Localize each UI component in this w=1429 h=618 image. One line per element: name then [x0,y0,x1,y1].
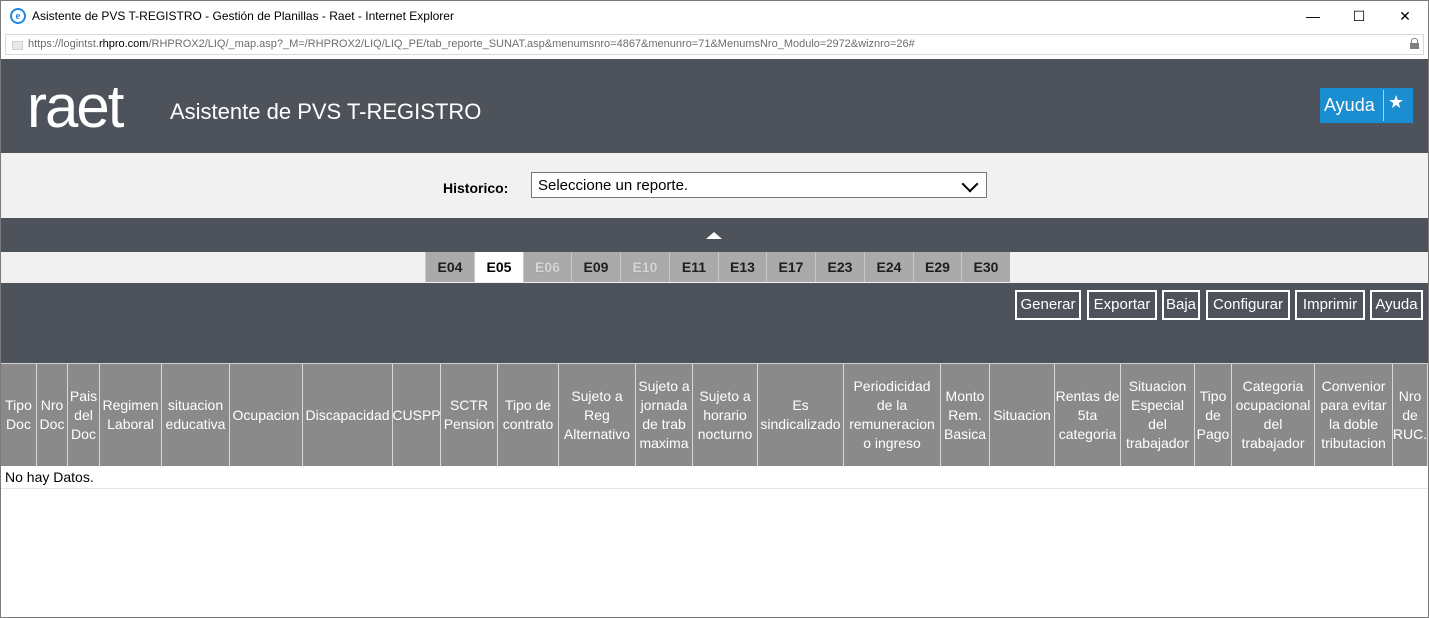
column-header[interactable]: Discapacidad [303,364,393,466]
raet-logo: raet [27,73,124,140]
column-header[interactable]: Nro de RUC. [1393,364,1428,466]
column-header[interactable]: SCTR Pension [441,364,498,466]
column-header[interactable]: Nro Doc [37,364,68,466]
browser-window: e Asistente de PVS T-REGISTRO - Gestión … [0,0,1429,618]
historico-select[interactable]: Seleccione un reporte. [531,172,987,198]
historico-selected-value: Seleccione un reporte. [538,177,689,194]
column-header[interactable]: CUSPP [393,364,441,466]
column-header[interactable]: Convenior para evitar la doble tributaci… [1315,364,1393,466]
tab-e29[interactable]: E29 [913,252,961,282]
exportar-button[interactable]: Exportar [1087,290,1157,320]
column-header[interactable]: Situacion [990,364,1055,466]
url-text[interactable]: https://logintst.rhpro.com/RHPROX2/LIQ/_… [28,38,915,50]
ie-icon: e [10,8,26,24]
table-header: Tipo Doc Nro Doc Pais del Doc Regimen Labor… [1,363,1428,466]
tab-e09[interactable]: E09 [571,252,620,282]
lock-icon[interactable] [1410,38,1419,49]
maximize-button[interactable]: ☐ [1336,1,1382,32]
minimize-button[interactable]: — [1290,1,1336,32]
address-bar: https://logintst.rhpro.com/RHPROX2/LIQ/_… [1,32,1428,60]
collapse-up-icon[interactable] [706,232,722,239]
report-tabs: E04 E05 E06 E09 E10 E11 E13 E17 E23 E24 E29 E30 [1,252,1428,283]
empty-message: No hay Datos. [5,469,94,485]
page-favicon-icon [12,41,23,50]
column-header[interactable]: Categoria ocupacional del trabajador [1232,364,1315,466]
column-header[interactable]: Es sindicalizado [758,364,844,466]
collapse-bar [1,218,1428,252]
column-header[interactable]: Sujeto a Reg Alternativo [559,364,636,466]
tab-e10: E10 [620,252,669,282]
close-button[interactable]: ✕ [1382,1,1428,32]
tab-e17[interactable]: E17 [766,252,815,282]
tab-e04[interactable]: E04 [425,252,474,282]
title-bar: e Asistente de PVS T-REGISTRO - Gestión … [1,1,1428,32]
tab-e13[interactable]: E13 [718,252,766,282]
row-divider [1,488,1428,489]
ayuda-button[interactable]: Ayuda [1370,290,1423,320]
chevron-down-icon [961,175,979,193]
column-header[interactable]: Situacion Especial del trabajador [1121,364,1195,466]
column-header[interactable]: Tipo de Pago [1195,364,1232,466]
window-title: Asistente de PVS T-REGISTRO - Gestión de… [32,9,454,23]
app-header: raet Asistente de PVS T-REGISTRO Ayuda ★ [1,59,1428,153]
help-button-label: Ayuda [1324,95,1375,115]
column-header[interactable]: Rentas de 5ta categoria [1055,364,1121,466]
page-title: Asistente de PVS T-REGISTRO [170,99,482,124]
column-header[interactable]: Periodicidad de la remuneracion o ingres… [844,364,941,466]
help-button-divider [1383,90,1384,121]
action-toolbar: Generar Exportar Baja Configurar Imprimi… [1,283,1428,363]
column-header[interactable]: Monto Rem. Basica [941,364,990,466]
tab-e05[interactable]: E05 [474,252,523,282]
baja-button[interactable]: Baja [1162,290,1200,320]
tab-e24[interactable]: E24 [864,252,913,282]
generar-button[interactable]: Generar [1015,290,1081,320]
tab-e23[interactable]: E23 [815,252,864,282]
star-icon[interactable]: ★ [1388,92,1404,113]
tab-e11[interactable]: E11 [669,252,718,282]
column-header[interactable]: situacion educativa [162,364,230,466]
imprimir-button[interactable]: Imprimir [1295,290,1365,320]
tab-e30[interactable]: E30 [961,252,1010,282]
column-header[interactable]: Ocupacion [230,364,303,466]
column-header[interactable]: Tipo Doc [1,364,37,466]
column-header[interactable]: Tipo de contrato [498,364,559,466]
historico-panel: Historico: Seleccione un reporte. [1,153,1428,218]
column-header[interactable]: Sujeto a horario nocturno [693,364,758,466]
column-header[interactable]: Pais del Doc [68,364,100,466]
configurar-button[interactable]: Configurar [1206,290,1290,320]
help-button[interactable]: Ayuda ★ [1320,88,1413,123]
column-header[interactable]: Sujeto a jornada de trab maxima [636,364,693,466]
column-header[interactable]: Regimen Laboral [100,364,162,466]
historico-label: Historico: [443,180,509,196]
tab-e06: E06 [523,252,571,282]
address-input[interactable]: https://logintst.rhpro.com/RHPROX2/LIQ/_… [5,34,1424,55]
